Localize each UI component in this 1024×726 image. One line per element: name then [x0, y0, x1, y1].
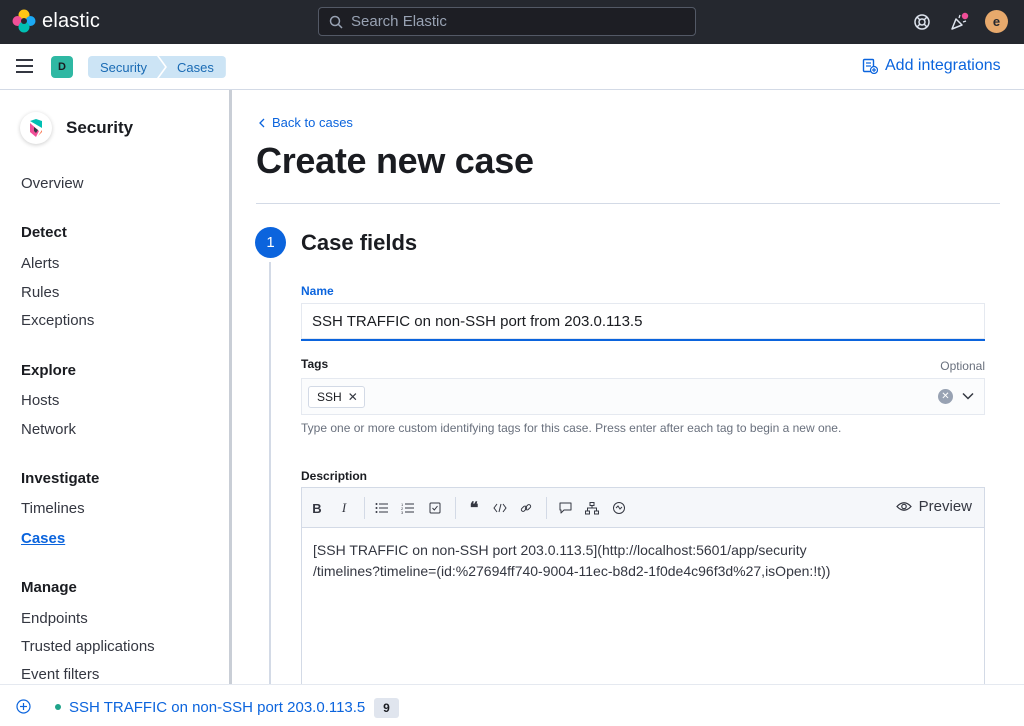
breadcrumb-bar: D Security Cases Add integrations [0, 44, 1024, 90]
back-to-cases-link[interactable]: Back to cases [258, 115, 353, 130]
sidebar-group-investigate: Investigate [21, 470, 100, 487]
title-divider [256, 203, 1000, 204]
breadcrumb-security[interactable]: Security [88, 56, 165, 78]
add-integrations-label: Add integrations [885, 57, 1001, 74]
svg-text:3: 3 [401, 510, 404, 514]
tags-optional-label: Optional [940, 359, 985, 373]
checkbox-list-icon[interactable] [425, 498, 445, 518]
eye-icon [895, 502, 912, 511]
search-icon [329, 15, 343, 29]
sidebar-item-endpoints[interactable]: Endpoints [21, 610, 88, 627]
sidebar-item-timelines[interactable]: Timelines [21, 500, 85, 517]
bold-icon[interactable]: B [307, 498, 327, 518]
step-title: Case fields [301, 230, 418, 255]
description-line: [SSH TRAFFIC on non-SSH port 203.0.113.5… [313, 542, 807, 558]
tags-combobox[interactable]: SSH ✕ ✕ [301, 378, 985, 415]
description-textarea[interactable]: [SSH TRAFFIC on non-SSH port 203.0.113.5… [313, 540, 973, 582]
toolbar-divider [455, 497, 456, 519]
sidebar-item-rules[interactable]: Rules [21, 284, 59, 301]
toolbar-divider [546, 497, 547, 519]
main-content: Back to cases Create new case 1 Case fie… [232, 90, 1024, 684]
back-to-cases-label: Back to cases [272, 115, 353, 130]
description-label: Description [301, 469, 368, 483]
sidebar-item-network[interactable]: Network [21, 421, 76, 438]
sidebar-item-exceptions[interactable]: Exceptions [21, 312, 94, 329]
toolbar-divider [364, 497, 365, 519]
sidebar-item-hosts[interactable]: Hosts [21, 392, 59, 409]
name-label: Name [301, 284, 334, 298]
breadcrumb: Security Cases [88, 56, 226, 78]
space-avatar[interactable]: D [51, 56, 73, 78]
user-avatar[interactable]: e [985, 10, 1008, 33]
help-lifebuoy-icon [914, 14, 930, 30]
integrations-icon [862, 58, 878, 74]
elastic-logo[interactable]: elastic [12, 9, 100, 33]
tag-label: SSH [317, 389, 342, 404]
page-title: Create new case [256, 140, 534, 181]
clear-tags-icon[interactable]: ✕ [938, 389, 953, 404]
sidebar-group-manage: Manage [21, 579, 77, 596]
quote-icon[interactable]: ❝ [464, 498, 484, 518]
security-logo-icon [20, 112, 52, 144]
description-line: /timelines?timeline=(id:%27694ff740-9004… [313, 563, 831, 579]
brand-name: elastic [42, 9, 101, 32]
sidebar-item-cases[interactable]: Cases [21, 530, 65, 547]
italic-icon[interactable]: I [334, 498, 354, 518]
timeline-icon[interactable] [582, 498, 602, 518]
news-feed-button[interactable] [948, 11, 970, 33]
comment-icon[interactable] [555, 498, 575, 518]
cheer-icon [951, 12, 969, 30]
preview-button[interactable]: Preview [895, 498, 972, 515]
numbered-list-icon[interactable]: 123 [398, 498, 418, 518]
add-integrations-link[interactable]: Add integrations [862, 57, 1001, 75]
security-sidebar: Security Overview Detect Alerts Rules Ex… [0, 90, 229, 684]
timeline-bottom-bar: SSH TRAFFIC on non-SSH port 203.0.113.5 … [0, 684, 1024, 726]
code-icon[interactable] [490, 498, 510, 518]
sidebar-group-detect: Detect [21, 224, 67, 241]
menu-icon[interactable] [16, 59, 33, 73]
tags-label: Tags [301, 357, 329, 371]
breadcrumb-cases: Cases [158, 56, 226, 78]
lens-icon[interactable] [609, 498, 629, 518]
sidebar-title: Security [66, 118, 134, 137]
add-timeline-icon[interactable] [16, 699, 31, 714]
tag-pill: SSH ✕ [308, 385, 365, 408]
sidebar-header: Security [20, 112, 133, 144]
timeline-count-badge: 9 [374, 698, 399, 718]
preview-label: Preview [918, 498, 972, 515]
step-connector [269, 262, 271, 684]
step-number: 1 [255, 227, 286, 258]
search-input[interactable] [351, 13, 671, 30]
tags-help-text: Type one or more custom identifying tags… [301, 421, 842, 435]
timeline-status-dot [55, 704, 61, 710]
top-header: elastic e [0, 0, 1024, 44]
link-icon[interactable] [516, 498, 536, 518]
elastic-logo-icon [12, 9, 36, 33]
search-bar[interactable] [318, 7, 696, 36]
sidebar-group-explore: Explore [21, 362, 77, 379]
markdown-toolbar: B I 123 ❝ Preview [302, 488, 984, 528]
help-button[interactable] [911, 11, 933, 33]
chevron-left-icon [259, 118, 265, 127]
sidebar-item-alerts[interactable]: Alerts [21, 255, 59, 272]
sidebar-item-trusted-applications[interactable]: Trusted applications [21, 638, 155, 655]
timeline-title-link[interactable]: SSH TRAFFIC on non-SSH port 203.0.113.5 [69, 699, 365, 716]
chevron-down-icon[interactable] [961, 389, 975, 403]
bullet-list-icon[interactable] [372, 498, 392, 518]
name-input[interactable] [301, 303, 985, 341]
remove-tag-icon[interactable]: ✕ [348, 390, 358, 404]
sidebar-item-overview[interactable]: Overview [21, 175, 84, 192]
description-editor[interactable]: B I 123 ❝ Preview [SSH TRAFFIC on non-SS… [301, 487, 985, 684]
sidebar-item-event-filters[interactable]: Event filters [21, 666, 99, 683]
